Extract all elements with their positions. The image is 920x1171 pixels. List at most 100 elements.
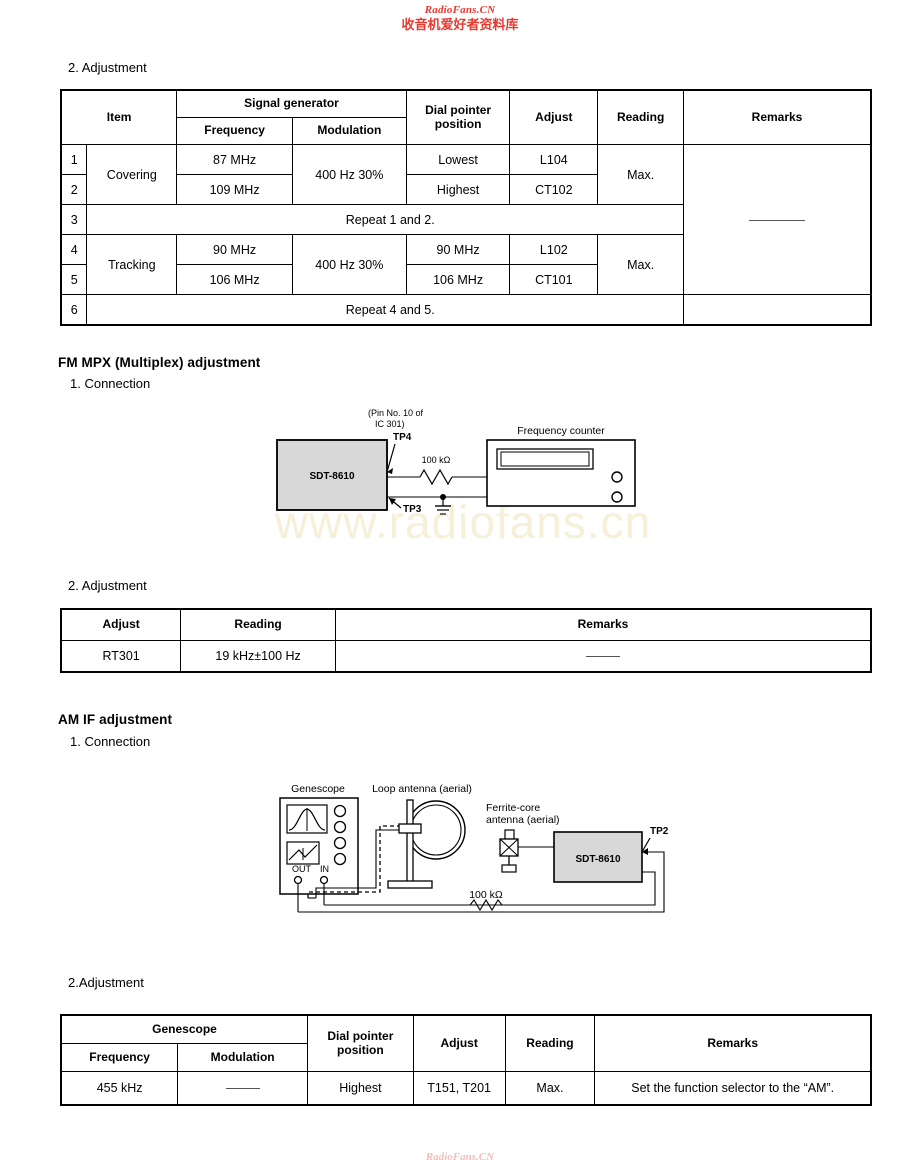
watermark-top-cjk: 收音机爱好者资料库 (401, 17, 519, 33)
genescope-knob-4[interactable] (333, 852, 347, 866)
cell-reading: Max. (597, 144, 685, 205)
tp3-arrow (389, 498, 396, 505)
cell-frequency: 90 MHz (176, 234, 293, 265)
terminal-bottom (611, 491, 623, 503)
ferrite-top-cap (504, 829, 515, 840)
fm-rf-adjustment-label: 2. Adjustment (68, 60, 147, 75)
cell-repeat-text: Repeat 1 and 2. (86, 204, 685, 235)
cell-row-no: 3 (60, 204, 88, 235)
out-terminal (293, 875, 303, 885)
cell-remarks (334, 640, 872, 673)
loop-antenna-label: Loop antenna (aerial) (372, 783, 472, 795)
cell-reading: Max. (504, 1071, 596, 1106)
genescope-knob-2[interactable] (333, 820, 347, 834)
antenna-stand-clamp (398, 823, 422, 834)
fm-mpx-adjustment-label: 2. Adjustment (68, 578, 147, 593)
fm-mpx-adjustment-table: Adjust Reading Remarks RT301 19 kHz±100 … (60, 608, 872, 673)
tp4-label: TP4 (393, 432, 412, 443)
cell-modulation: 400 Hz 30% (291, 144, 407, 205)
table-header-row: Adjust Reading Remarks (60, 608, 872, 641)
cell-row-no: 2 (60, 174, 88, 205)
header-modulation: Modulation (177, 1043, 308, 1072)
watermark-bottom: RadioFans.CN (425, 1151, 495, 1163)
ferrite-core-label-line1: Ferrite-core (486, 802, 540, 814)
ferrite-core-label-line2: antenna (aerial) (486, 814, 560, 826)
sdt-8610-label: SDT-8610 (309, 471, 354, 482)
header-remarks: Remarks (594, 1014, 872, 1072)
header-dial-pointer-line1: Dial pointer (425, 102, 492, 117)
fm-rf-adjustment-table: Item Signal generator Dial pointer posit… (60, 89, 872, 326)
am-if-adjustment-label: 2.Adjustment (68, 975, 144, 990)
header-adjust: Adjust (509, 89, 599, 145)
remarks-dash (585, 656, 620, 658)
cell-modulation: 400 Hz 30% (291, 234, 407, 295)
antenna-stand-pole (406, 799, 414, 883)
header-adjust: Adjust (60, 608, 182, 641)
header-remarks: Remarks (683, 89, 872, 145)
table-row: 1 Covering 87 MHz 400 Hz 30% Lowest L104… (60, 144, 872, 295)
table-row: 455 kHz Highest T151, T201 Max. Set the … (60, 1071, 872, 1106)
tp3-label: TP3 (403, 504, 422, 515)
tp4-leader-line (386, 443, 396, 473)
cell-dial-pointer: 106 MHz (405, 264, 511, 295)
header-reading: Reading (180, 608, 336, 641)
header-genescope: Genescope (60, 1014, 308, 1044)
in-terminal (319, 875, 329, 885)
cell-empty (684, 295, 871, 326)
header-dial-pointer-position: Dial pointer position (307, 1014, 414, 1072)
table-row: RT301 19 kHz±100 Hz (60, 640, 872, 673)
header-reading: Reading (597, 89, 685, 145)
header-reading: Reading (504, 1014, 596, 1072)
cell-frequency: 106 MHz (176, 264, 293, 295)
cell-remarks (683, 144, 872, 295)
cell-frequency: 87 MHz (176, 144, 293, 175)
cell-item: Tracking (86, 234, 178, 295)
am-if-connection-label: 1. Connection (70, 734, 151, 749)
table-header-row: Genescope Dial pointer position Adjust R… (60, 1014, 872, 1072)
sdt-8610-label: SDT-8610 (575, 854, 620, 865)
frequency-counter-display-inner (500, 451, 590, 467)
table-row-repeat: 6 Repeat 4 and 5. (60, 294, 871, 326)
cell-adjust: CT101 (509, 264, 599, 295)
genescope-label: Genescope (291, 783, 345, 795)
antenna-stand-base (387, 880, 433, 889)
header-dial-pointer-position: Dial pointer position (405, 89, 511, 145)
cell-dial-pointer: Highest (405, 174, 511, 205)
pin-note-line1: (Pin No. 10 of (368, 408, 424, 418)
cell-item: Covering (86, 144, 178, 205)
header-frequency: Frequency (176, 117, 293, 145)
cell-dial-pointer: 90 MHz (405, 234, 511, 265)
header-signal-generator: Signal generator (176, 89, 407, 118)
header-remarks: Remarks (334, 608, 872, 641)
am-if-heading: AM IF adjustment (58, 712, 173, 727)
cell-adjust: RT301 (60, 640, 182, 673)
header-adjust: Adjust (412, 1014, 506, 1072)
cell-remarks: Set the function selector to the “AM”. (594, 1071, 872, 1106)
genescope-knob-3[interactable] (333, 836, 347, 850)
cell-adjust: L102 (509, 234, 599, 265)
cell-adjust: T151, T201 (412, 1071, 506, 1106)
remarks-dash (749, 219, 806, 221)
table-header-row: Item Signal generator Dial pointer posit… (60, 89, 872, 145)
cell-reading: Max. (597, 234, 685, 295)
genescope-knob-1[interactable] (333, 804, 347, 818)
modulation-dash (225, 1088, 260, 1090)
cell-adjust: CT102 (509, 174, 599, 205)
cell-dial-pointer: Highest (307, 1071, 414, 1106)
header-dial-pointer-line2: position (434, 116, 482, 131)
resistor-100k-symbol (419, 468, 453, 486)
watermark-top: RadioFans.CN 收音机爱好者资料库 (0, 4, 920, 34)
cell-reading: 19 kHz±100 Hz (180, 640, 336, 673)
in-label: IN (320, 864, 329, 874)
fm-mpx-connection-label: 1. Connection (70, 376, 151, 391)
fm-mpx-heading: FM MPX (Multiplex) adjustment (58, 355, 261, 370)
cell-modulation (177, 1071, 308, 1106)
frequency-counter-label: Frequency counter (517, 425, 605, 437)
am-if-adjustment-table: Genescope Dial pointer position Adjust R… (60, 1014, 872, 1106)
header-item: Item (60, 89, 178, 145)
out-label: OUT (292, 864, 312, 874)
watermark-top-latin: RadioFans.CN (424, 4, 496, 16)
header-dial-pointer-line2: position (337, 1042, 384, 1057)
cell-adjust: L104 (509, 144, 599, 175)
ferrite-base (501, 864, 517, 873)
